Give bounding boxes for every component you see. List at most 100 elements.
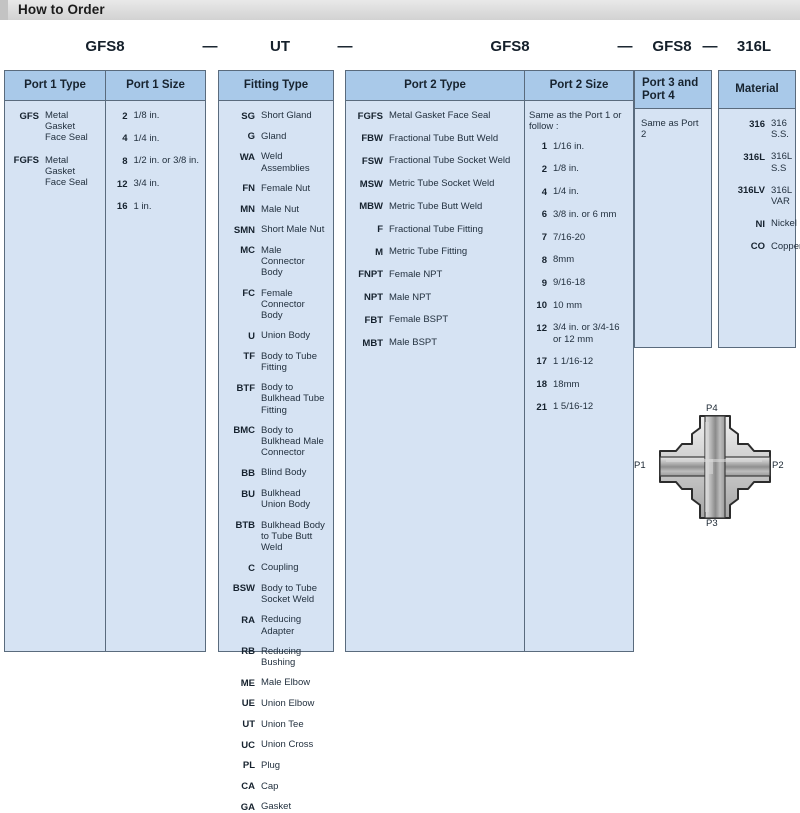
row-code: FBW	[361, 133, 383, 145]
table-fitting-header-row: Fitting Type	[219, 71, 333, 101]
list-item: GA Gasket	[223, 801, 327, 813]
column-port3-port4: Same as Port 2	[635, 109, 711, 347]
list-item: BTB Bulkhead Body to Tube Butt Weld	[223, 520, 327, 554]
row-desc: 1/4 in.	[133, 132, 160, 144]
list-item: UE Union Elbow	[223, 698, 327, 710]
row-desc: Body to Bulkhead Tube Fitting	[261, 382, 325, 416]
row-code: BMC	[233, 425, 255, 437]
list-item: BB Blind Body	[223, 467, 327, 479]
row-code: 17	[536, 356, 547, 368]
row-code: 8	[541, 254, 547, 266]
table-port34-header-row: Port 3 and Port 4	[635, 71, 711, 109]
row-desc: 10 mm	[553, 299, 583, 311]
row-code: FNPT	[358, 269, 383, 281]
row-code: 316	[749, 118, 765, 130]
list-item: BMC Body to Bulkhead Male Connector	[223, 425, 327, 459]
row-desc: 1/4 in.	[553, 186, 579, 198]
list-item: NI Nickel	[723, 218, 797, 230]
list-item: MN Male Nut	[223, 204, 327, 216]
header-port3-port4: Port 3 and Port 4	[635, 71, 711, 108]
list-item: FC Female Connector Body	[223, 288, 327, 322]
row-desc: 3/4 in. or 3/4-16 or 12 mm	[553, 322, 620, 345]
table-port2-body: FGFS Metal Gasket Face Seal FBW Fractional …	[346, 101, 633, 651]
list-item: CA Cap	[223, 781, 327, 793]
row-desc: Gasket	[261, 801, 292, 813]
row-desc: Female Nut	[261, 182, 311, 194]
list-item: 6 3/8 in. or 6 mm	[529, 209, 627, 221]
list-item: WA Weld Assemblies	[223, 151, 327, 173]
union-cross-fitting-icon	[659, 415, 771, 519]
row-code: 4	[122, 133, 128, 145]
row-desc: Copper	[771, 240, 800, 252]
row-code: NPT	[364, 292, 383, 304]
list-item: SMN Short Male Nut	[223, 224, 327, 236]
row-desc: Bulkhead Body to Tube Butt Weld	[261, 519, 325, 553]
row-code: BTB	[235, 520, 255, 532]
list-item: FGFS Metal Gasket Face Seal	[9, 155, 99, 189]
list-item: MBW Metric Tube Butt Weld	[350, 201, 518, 213]
list-item: 8 8mm	[529, 254, 627, 266]
row-desc: 9/16-18	[553, 277, 586, 288]
page-title: How to Order	[18, 2, 105, 17]
header-material: Material	[719, 71, 795, 108]
row-code: BTF	[236, 382, 255, 394]
column-port2-size: Same as the Port 1 or follow : 1 1/16 in.…	[524, 101, 633, 651]
list-item: 8 1/2 in. or 3/8 in.	[110, 155, 200, 167]
table-port34-body: Same as Port 2	[635, 109, 711, 347]
list-item: F Fractional Tube Fitting	[350, 224, 518, 236]
row-code: 7	[541, 232, 547, 244]
row-desc: Coupling	[261, 562, 299, 574]
header-fitting-type: Fitting Type	[219, 71, 333, 100]
list-item: 2 1/8 in.	[529, 163, 627, 175]
header-port2-size: Port 2 Size	[524, 71, 633, 100]
list-item: 18 18mm	[529, 379, 627, 391]
row-desc: 3/8 in. or 6 mm	[553, 208, 617, 220]
list-item: 7 7/16-20	[529, 232, 627, 244]
row-code: NI	[755, 218, 766, 230]
row-code: RA	[241, 614, 255, 626]
row-desc: Short Male Nut	[261, 224, 325, 236]
list-item: FBW Fractional Tube Butt Weld	[350, 133, 518, 145]
list-item: 316L 316L S.S	[723, 151, 791, 173]
row-code: MSW	[359, 178, 383, 190]
row-code: 21	[536, 401, 547, 413]
row-desc: 7/16-20	[553, 231, 586, 243]
row-desc: Union Tee	[261, 718, 304, 730]
row-desc: Cap	[261, 780, 279, 792]
row-desc: Bulkhead Union Body	[261, 488, 311, 511]
row-code: 10	[536, 300, 547, 312]
row-desc: Blind Body	[261, 467, 307, 479]
row-desc: Fractional Tube Butt Weld	[389, 132, 499, 144]
row-desc: Union Body	[261, 330, 311, 342]
port34-note: Same as Port 2	[641, 118, 699, 141]
list-item: FNPT Female NPT	[350, 269, 518, 281]
title-bar: How to Order	[0, 0, 800, 20]
row-code: FN	[242, 183, 255, 195]
row-code: U	[248, 330, 255, 342]
row-code: 2	[541, 163, 547, 175]
row-desc: Metric Tube Socket Weld	[389, 178, 495, 190]
list-item: 21 1 5/16-12	[529, 401, 627, 413]
part-separator-1: —	[202, 38, 218, 55]
row-desc: Body to Bulkhead Male Connector	[261, 424, 324, 459]
row-desc: Body to Tube Socket Weld	[261, 582, 317, 606]
list-item: RA Reducing Adapter	[223, 614, 327, 636]
list-item: FN Female Nut	[223, 183, 327, 195]
row-code: BSW	[232, 583, 255, 595]
row-desc: Short Gland	[261, 110, 312, 121]
list-item: 1 1/16 in.	[529, 141, 627, 153]
row-code: BU	[241, 488, 255, 500]
row-code: 4	[541, 186, 547, 198]
row-desc: Metal Gasket Face Seal	[45, 110, 88, 144]
table-fitting-body: SG Short Gland G Gland WA Weld Assemblies FN Fe…	[219, 101, 333, 813]
row-desc: 8mm	[553, 254, 575, 266]
list-item: 4 1/4 in.	[110, 133, 200, 145]
row-code: FC	[242, 288, 255, 300]
row-code: G	[247, 131, 255, 143]
row-code: MC	[240, 245, 255, 257]
row-desc: Weld Assemblies	[261, 151, 310, 174]
table-port2-header-row: Port 2 Type Port 2 Size	[346, 71, 633, 101]
row-desc: 3/4 in.	[133, 178, 160, 190]
list-item: FBT Female BSPT	[350, 314, 518, 326]
row-code: 316LV	[737, 185, 765, 197]
